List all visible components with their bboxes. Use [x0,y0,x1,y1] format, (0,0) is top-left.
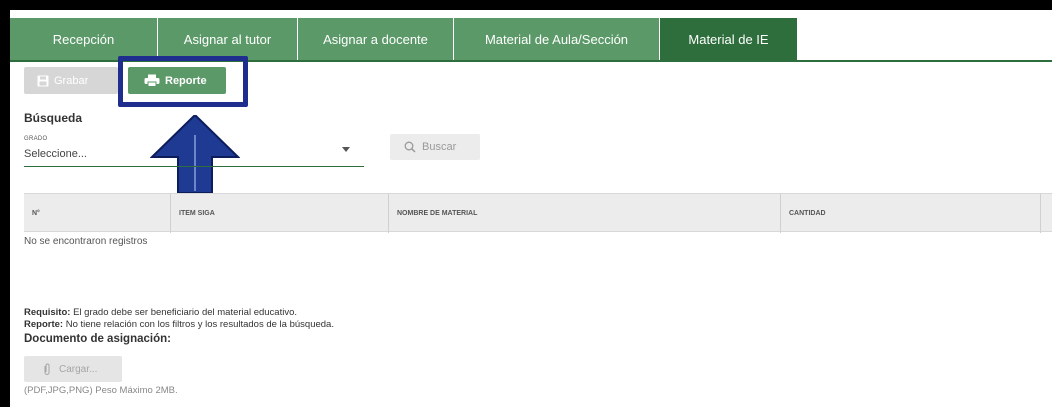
reporte-note: Reporte: No tiene relación con los filtr… [24,319,334,330]
documento-asignacion-title: Documento de asignación: [24,333,171,345]
reporte-highlight-box [118,56,248,107]
reporte-note-label: Reporte: [24,319,64,330]
grabar-label: Grabar [54,74,89,87]
tab-asignar-docente[interactable]: Asignar a docente [298,18,454,60]
paperclip-icon [44,363,50,375]
busqueda-title: Búsqueda [24,111,83,125]
tab-recepcion[interactable]: Recepción [10,18,158,60]
search-icon [404,141,416,153]
cargar-label: Cargar... [59,363,98,375]
grabar-button[interactable]: Grabar [24,67,118,94]
results-table-header: N° ITEM SIGA NOMBRE DE MATERIAL CANTIDAD [24,193,1052,233]
tab-material-aula[interactable]: Material de Aula/Sección [454,18,660,60]
column-header-nombre-material: NOMBRE DE MATERIAL [388,194,780,233]
tab-bar: Recepción Asignar al tutor Asignar a doc… [10,18,798,60]
file-format-hint: (PDF,JPG,PNG) Peso Máximo 2MB. [24,385,178,396]
column-header-item-siga: ITEM SIGA [170,194,388,233]
chevron-down-icon [342,147,350,152]
cargar-button[interactable]: Cargar... [24,356,122,382]
column-header-numero: N° [32,210,40,217]
empty-table-message: No se encontraron registros [24,236,148,247]
requisito-label: Requisito: [24,307,71,318]
grado-label: GRADO [24,136,48,142]
buscar-label: Buscar [422,141,457,153]
save-icon [37,75,49,86]
requisito-text: El grado debe ser beneficiario del mater… [73,307,298,318]
grado-value: Seleccione... [24,148,87,160]
column-header-cantidad: CANTIDAD [780,194,1040,233]
requisito-note: Requisito: El grado debe ser beneficiari… [24,307,297,318]
grado-select[interactable]: GRADO Seleccione... [24,133,364,167]
tab-asignar-tutor[interactable]: Asignar al tutor [158,18,298,60]
tab-material-ie[interactable]: Material de IE [660,18,798,60]
buscar-button[interactable]: Buscar [390,134,480,160]
reporte-note-text: No tiene relación con los filtros y los … [65,319,334,330]
column-header-extra [1040,194,1052,233]
